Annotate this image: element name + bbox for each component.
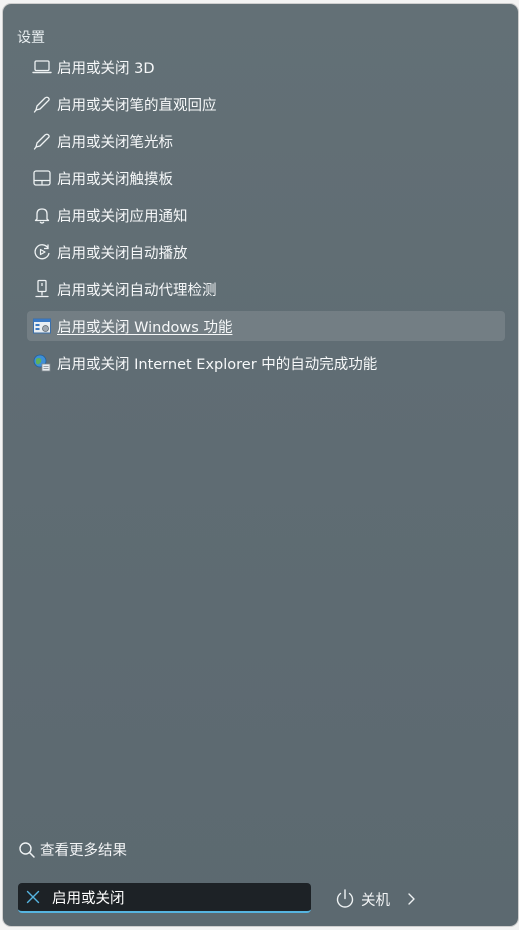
result-label: 启用或关闭 Internet Explorer 中的自动完成功能 xyxy=(57,356,378,373)
result-item-3d[interactable]: 启用或关闭 3D xyxy=(27,52,507,82)
result-item-windows-features[interactable]: 启用或关闭 Windows 功能 xyxy=(27,311,505,341)
result-label: 启用或关闭笔光标 xyxy=(57,134,173,151)
result-item-ie-autocomplete[interactable]: 启用或关闭 Internet Explorer 中的自动完成功能 xyxy=(27,348,507,378)
internet-options-icon xyxy=(31,352,53,374)
power-label: 关机 xyxy=(361,892,390,909)
search-box[interactable] xyxy=(18,883,311,913)
result-item-pen-cursor[interactable]: 启用或关闭笔光标 xyxy=(27,126,507,156)
result-label: 启用或关闭触摸板 xyxy=(57,171,173,188)
results-list: 启用或关闭 3D 启用或关闭笔的直观回应 启用或关闭笔光标 启用或关闭触摸板 启… xyxy=(27,52,507,385)
result-label: 启用或关闭 Windows 功能 xyxy=(57,319,233,336)
section-title-settings: 设置 xyxy=(17,30,45,46)
windows-features-icon xyxy=(31,315,53,337)
close-icon[interactable] xyxy=(18,883,48,911)
chevron-right-icon[interactable] xyxy=(404,889,418,909)
autoplay-icon xyxy=(31,241,53,263)
pen-icon xyxy=(31,93,53,115)
more-results-label: 查看更多结果 xyxy=(40,843,127,859)
proxy-icon xyxy=(31,278,53,300)
search-icon xyxy=(17,840,37,860)
result-label: 启用或关闭应用通知 xyxy=(57,208,188,225)
bell-icon xyxy=(31,204,53,226)
result-item-autoplay[interactable]: 启用或关闭自动播放 xyxy=(27,237,507,267)
result-item-pen-feedback[interactable]: 启用或关闭笔的直观回应 xyxy=(27,89,507,119)
pen-icon xyxy=(31,130,53,152)
result-item-app-notifications[interactable]: 启用或关闭应用通知 xyxy=(27,200,507,230)
result-label: 启用或关闭 3D xyxy=(57,60,155,77)
laptop-icon xyxy=(31,56,53,78)
power-icon xyxy=(333,887,357,911)
result-label: 启用或关闭自动播放 xyxy=(57,245,188,262)
search-input[interactable] xyxy=(48,884,292,910)
result-label: 启用或关闭自动代理检测 xyxy=(57,282,217,299)
touchpad-icon xyxy=(31,167,53,189)
power-button[interactable]: 关机 xyxy=(333,885,418,913)
result-label: 启用或关闭笔的直观回应 xyxy=(57,97,217,114)
more-results-link[interactable]: 查看更多结果 xyxy=(17,839,127,860)
result-item-touchpad[interactable]: 启用或关闭触摸板 xyxy=(27,163,507,193)
result-item-proxy-detection[interactable]: 启用或关闭自动代理检测 xyxy=(27,274,507,304)
start-search-panel: 设置 启用或关闭 3D 启用或关闭笔的直观回应 启用或关闭笔光标 启用或关闭触摸… xyxy=(3,4,518,926)
